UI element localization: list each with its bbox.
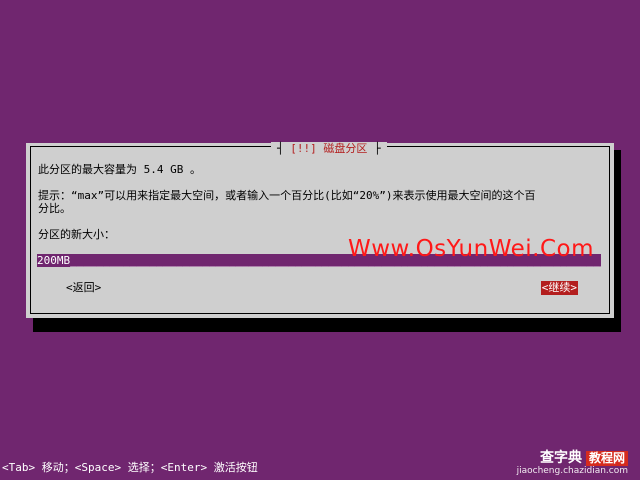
site-logo: 查字典 教程网 jiaocheng.chazidian.com	[517, 451, 628, 476]
site-logo-name: 查字典	[539, 450, 582, 466]
site-logo-tag: 教程网	[585, 451, 628, 466]
title-bar-left: ┤	[277, 142, 284, 155]
dialog-content: 此分区的最大容量为 5.4 GB 。 提示：“max”可以用来指定最大空间，或者…	[38, 163, 604, 241]
hint-text-line1: 提示：“max”可以用来指定最大空间，或者输入一个百分比(比如“20%”)来表示…	[38, 189, 536, 202]
partition-dialog: ┤ [!!] 磁盘分区 ├ 此分区的最大容量为 5.4 GB 。 提示：“max…	[26, 142, 614, 318]
dialog-title: ┤ [!!] 磁盘分区 ├	[271, 142, 387, 156]
max-size-text: 此分区的最大容量为 5.4 GB 。	[38, 163, 201, 176]
continue-button[interactable]: <继续>	[540, 281, 578, 295]
partition-size-value: 200MB	[37, 254, 71, 267]
watermark-text: Www.OsYunWei.Com	[348, 236, 594, 262]
back-button[interactable]: <返回>	[66, 281, 101, 295]
dialog-title-text: [!!] 磁盘分区	[290, 142, 368, 155]
installer-screen: ┤ [!!] 磁盘分区 ├ 此分区的最大容量为 5.4 GB 。 提示：“max…	[0, 0, 640, 480]
hint-text-line2: 分比。	[38, 202, 71, 215]
site-logo-url: jiaocheng.chazidian.com	[516, 466, 628, 476]
dialog-buttons: <返回> <继续>	[26, 281, 614, 295]
keyboard-help: <Tab> 移动；<Space> 选择；<Enter> 激活按钮	[2, 461, 258, 474]
site-logo-brand: 查字典 教程网	[517, 451, 628, 466]
title-bar-right: ├	[374, 142, 381, 155]
